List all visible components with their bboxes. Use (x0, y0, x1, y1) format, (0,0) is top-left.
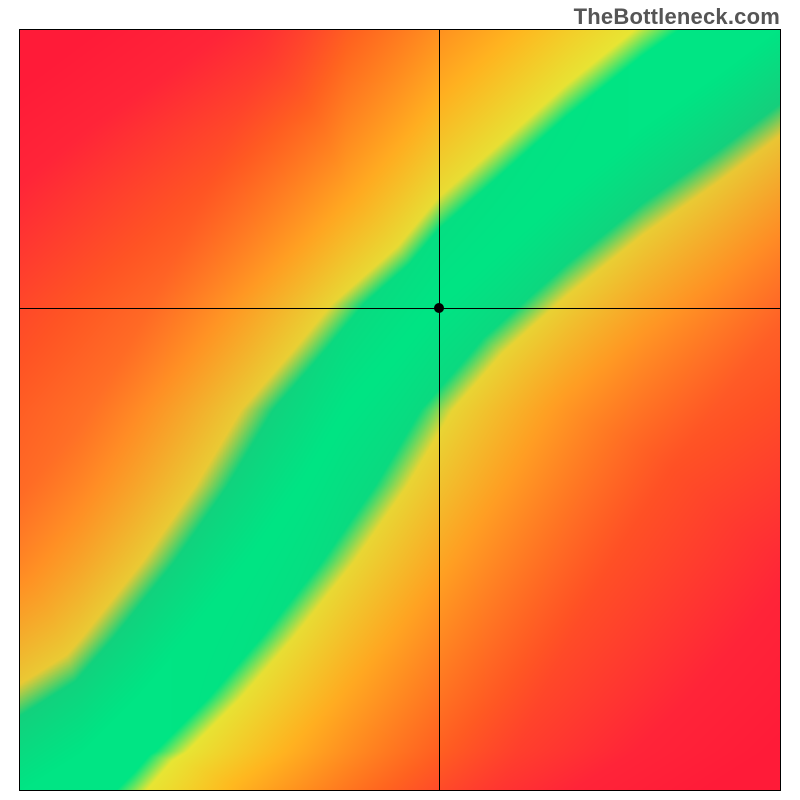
plot-area (19, 29, 781, 791)
crosshair-horizontal (20, 308, 780, 309)
watermark-text: TheBottleneck.com (574, 4, 780, 30)
marker-point (434, 303, 444, 313)
chart-frame: TheBottleneck.com (0, 0, 800, 800)
heatmap-canvas (20, 30, 780, 790)
crosshair-vertical (439, 30, 440, 790)
